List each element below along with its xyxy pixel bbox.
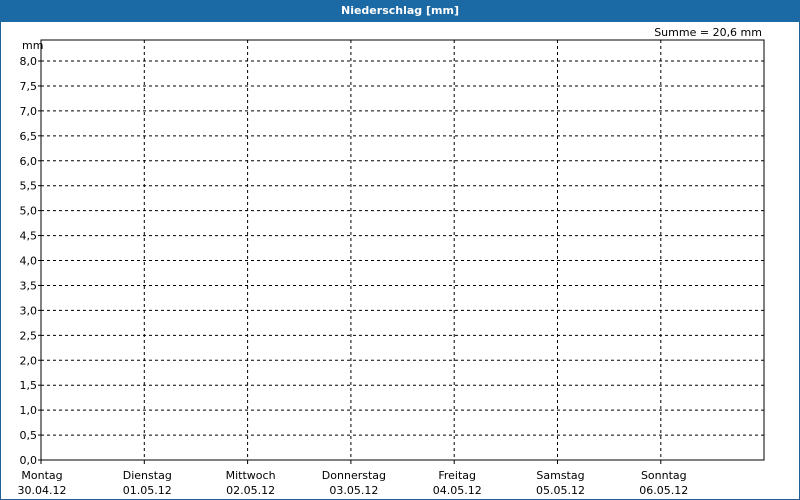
x-tick-label-date: 06.05.12 (639, 484, 688, 497)
plot-frame (40, 39, 765, 461)
x-tick-label-day: Donnerstag (322, 469, 386, 482)
y-tick-label: 4,5 (20, 230, 38, 243)
x-tick-label-day: Freitag (438, 469, 476, 482)
x-tick-label-day: Samstag (536, 469, 584, 482)
precipitation-chart: 0,0 0,5 1,0 1,5 2,0 2,5 3,0 3,5 4,0 4,5 5,0 5,5 6,0 6… (18, 26, 765, 497)
x-tick-label-day: Dienstag (123, 469, 172, 482)
y-tick-label: 2,5 (20, 329, 38, 342)
x-tick-label-date: 03.05.12 (329, 484, 378, 497)
y-axis: 0,0 0,5 1,0 1,5 2,0 2,5 3,0 3,5 4,0 4,5 5,0 5,5 6,0 6… (20, 55, 41, 467)
y-tick-label: 3,5 (20, 279, 38, 292)
y-tick-label: 7,5 (20, 80, 38, 93)
x-tick-label-date: 05.05.12 (536, 484, 585, 497)
x-tick-label-date: 04.05.12 (433, 484, 482, 497)
y-tick-label: 7,0 (20, 105, 38, 118)
y-tick-label: 1,0 (20, 404, 38, 417)
y-tick-label: 4,0 (20, 255, 38, 268)
y-axis-unit: mm (22, 39, 43, 52)
y-tick-label: 0,0 (20, 454, 38, 467)
y-tick-label: 3,0 (20, 304, 38, 317)
x-axis: Montag 30.04.12 Dienstag 01.05.12 Mittwoch 02… (18, 460, 688, 497)
x-tick-label-date: 30.04.12 (18, 484, 67, 497)
grid (41, 40, 764, 460)
y-tick-label: 6,5 (20, 130, 38, 143)
y-tick-label: 6,0 (20, 155, 38, 168)
y-tick-label: 5,5 (20, 180, 38, 193)
y-tick-label: 8,0 (20, 55, 38, 68)
x-tick-label-date: 01.05.12 (123, 484, 172, 497)
y-tick-label: 5,0 (20, 205, 38, 218)
x-tick-label-day: Sonntag (641, 469, 687, 482)
x-tick-label-day: Montag (21, 469, 62, 482)
y-tick-label: 2,0 (20, 354, 38, 367)
x-tick-label-date: 02.05.12 (226, 484, 275, 497)
y-tick-label: 1,5 (20, 379, 38, 392)
sum-label: Summe = 20,6 mm (654, 26, 762, 39)
y-tick-label: 0,5 (20, 429, 38, 442)
x-tick-label-day: Mittwoch (226, 469, 276, 482)
